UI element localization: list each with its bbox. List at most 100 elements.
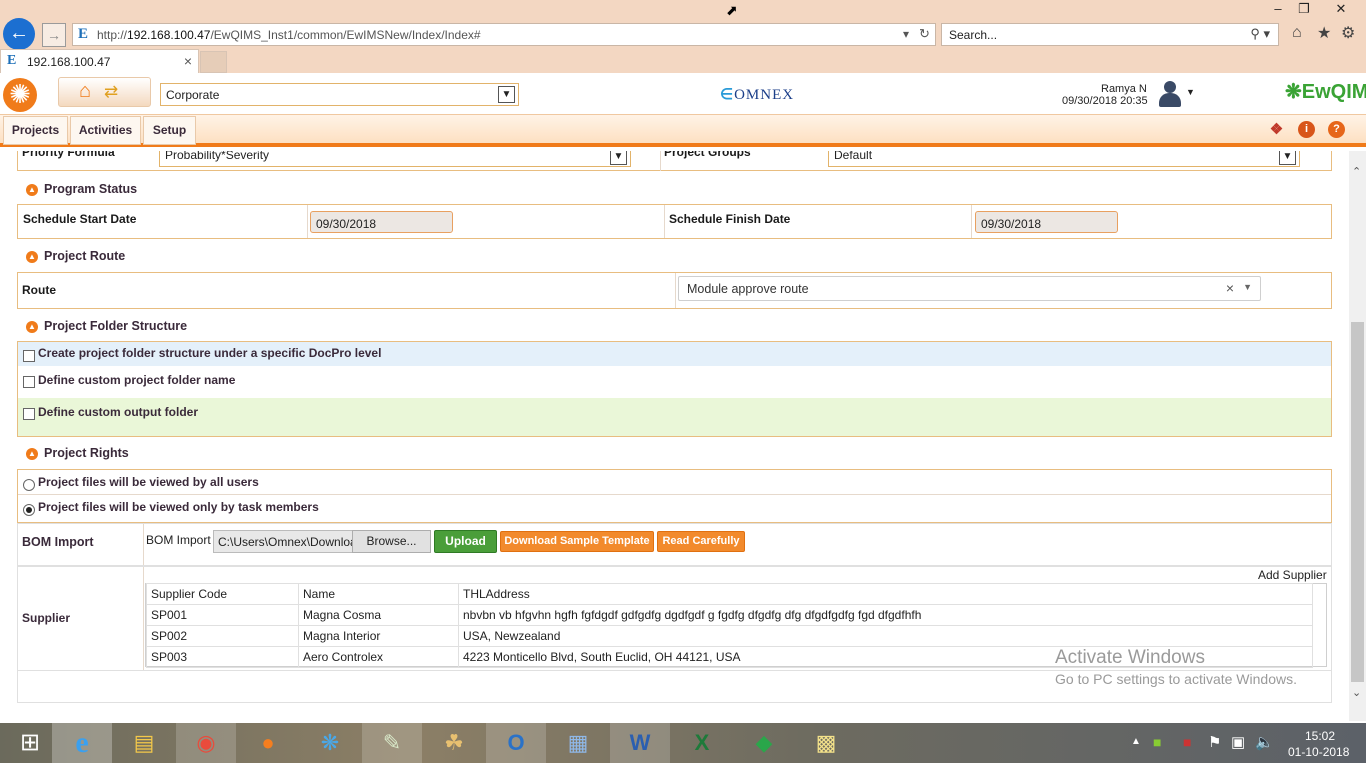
- address-bar[interactable]: E http://192.168.100.47/EwQIMS_Inst1/com…: [72, 23, 936, 46]
- docpro-level-label: Create project folder structure under a …: [38, 346, 382, 360]
- dropdown-arrow-icon[interactable]: ▾: [903, 27, 909, 41]
- address-row: ← → E http://192.168.100.47/EwQIMS_Inst1…: [0, 18, 1366, 50]
- main-menu-bar: Projects Activities Setup ❖ i ?: [0, 115, 1366, 147]
- home-icon[interactable]: ⌂: [79, 80, 91, 103]
- rights-task-members-label: Project files will be viewed only by tas…: [38, 500, 319, 514]
- table-row[interactable]: SP002 Magna Interior USA, Newzealand: [146, 625, 1313, 647]
- upload-button[interactable]: Upload: [434, 530, 497, 553]
- clock-time[interactable]: 15:02: [1305, 729, 1335, 743]
- user-menu-caret-icon[interactable]: ▼: [1186, 87, 1195, 97]
- schedule-finish-label: Schedule Finish Date: [669, 212, 791, 226]
- column-header[interactable]: Name: [298, 583, 459, 605]
- safari-icon[interactable]: ❋: [300, 723, 360, 763]
- action-center-flag-icon[interactable]: ⚑: [1208, 733, 1221, 751]
- scrollbar-thumb[interactable]: [1351, 322, 1364, 682]
- excel-icon[interactable]: X: [672, 723, 732, 763]
- collapse-icon[interactable]: ▲: [26, 251, 38, 263]
- custom-output-folder-checkbox[interactable]: [23, 408, 35, 420]
- help-icon[interactable]: ?: [1328, 121, 1345, 138]
- docpro-level-checkbox[interactable]: [23, 350, 35, 362]
- omnex-logo: ∈OMNEX: [720, 87, 795, 103]
- show-hidden-icons[interactable]: ▲: [1131, 736, 1141, 747]
- schedule-start-date[interactable]: 09/30/2018: [310, 211, 453, 233]
- pin-icon[interactable]: ❖: [1268, 121, 1285, 138]
- supplier-code-cell: SP003: [146, 646, 299, 668]
- scroll-down-icon[interactable]: ⌄: [1352, 686, 1361, 699]
- divider: [143, 567, 144, 670]
- supplier-address-cell: nbvbn vb hfgvhn hgfh fgfdgdf gdfgdfg dgd…: [458, 604, 1313, 626]
- new-tab-button[interactable]: [200, 51, 227, 73]
- custom-folder-name-checkbox[interactable]: [23, 376, 35, 388]
- network-icon[interactable]: ▣: [1231, 733, 1245, 751]
- refresh-icon[interactable]: ↻: [919, 26, 930, 42]
- sun-logo-icon[interactable]: ✺: [3, 78, 37, 112]
- custom-folder-name-label: Define custom project folder name: [38, 373, 236, 387]
- collapse-icon[interactable]: ▲: [26, 448, 38, 460]
- start-windows-icon[interactable]: ⊞: [0, 723, 60, 763]
- search-icon[interactable]: ⚲ ▾: [1250, 26, 1270, 42]
- search-input[interactable]: Search... ⚲ ▾: [941, 23, 1279, 46]
- browser-tab[interactable]: E 192.168.100.47 ×: [0, 49, 199, 73]
- volume-icon[interactable]: 🔈: [1255, 733, 1274, 751]
- file-explorer-icon[interactable]: ▤: [114, 723, 174, 763]
- bom-file-input[interactable]: C:\Users\Omnex\Downloa: [213, 530, 353, 553]
- rights-task-members-radio[interactable]: [23, 504, 35, 516]
- scroll-up-icon[interactable]: ⌃: [1352, 165, 1361, 178]
- priority-formula-select[interactable]: Probability*Severity ▼: [159, 151, 631, 167]
- back-button[interactable]: ←: [3, 18, 35, 50]
- schedule-start-label: Schedule Start Date: [23, 212, 137, 226]
- menu-setup[interactable]: Setup: [143, 116, 196, 145]
- clock-date[interactable]: 01-10-2018: [1288, 745, 1349, 759]
- paint-icon[interactable]: ☘: [424, 723, 484, 763]
- column-header[interactable]: Supplier Code: [146, 583, 299, 605]
- close-tab-icon[interactable]: ×: [184, 53, 192, 69]
- favorites-star-icon[interactable]: ★: [1317, 23, 1331, 43]
- info-icon[interactable]: i: [1298, 121, 1315, 138]
- green-app-icon[interactable]: ◆: [734, 723, 794, 763]
- chevron-down-icon[interactable]: ▼: [1243, 282, 1252, 292]
- project-groups-select[interactable]: Default ▼: [828, 151, 1300, 167]
- table-row[interactable]: SP001 Magna Cosma nbvbn vb hfgvhn hgfh f…: [146, 604, 1313, 626]
- settings-gear-icon[interactable]: ⚙: [1341, 23, 1355, 43]
- route-select[interactable]: Module approve route × ▼: [678, 276, 1261, 301]
- outlook-icon[interactable]: O: [486, 723, 546, 763]
- schedule-finish-date[interactable]: 09/30/2018: [975, 211, 1118, 233]
- avatar[interactable]: [1157, 79, 1183, 109]
- menu-projects[interactable]: Projects: [3, 116, 68, 145]
- sticky-notes-icon[interactable]: ▩: [796, 723, 856, 763]
- maximize-button[interactable]: ❐: [1289, 0, 1319, 20]
- forward-button[interactable]: →: [42, 23, 66, 47]
- divider: [660, 151, 661, 171]
- tray-app-icon[interactable]: ■: [1183, 734, 1191, 750]
- clear-icon[interactable]: ×: [1226, 280, 1234, 296]
- folder-structure-header[interactable]: ▲ Project Folder Structure: [26, 319, 187, 333]
- refresh-icon[interactable]: ⇄: [104, 82, 118, 102]
- download-template-button[interactable]: Download Sample Template: [500, 531, 654, 552]
- collapse-icon[interactable]: ▲: [26, 321, 38, 333]
- mouse-cursor-icon: ⬈: [726, 2, 738, 18]
- home-icon[interactable]: ⌂: [1292, 24, 1302, 42]
- chevron-down-icon[interactable]: ▼: [1279, 151, 1296, 165]
- chevron-down-icon[interactable]: ▼: [610, 151, 627, 165]
- read-carefully-button[interactable]: Read Carefully: [657, 531, 745, 552]
- column-header[interactable]: THLAddress: [458, 583, 1313, 605]
- chrome-icon[interactable]: ◉: [176, 723, 236, 763]
- tray-app-icon[interactable]: ■: [1153, 734, 1161, 750]
- organization-select[interactable]: Corporate ▼: [160, 83, 519, 106]
- menu-activities[interactable]: Activities: [70, 116, 141, 145]
- word-icon[interactable]: W: [610, 723, 670, 763]
- close-window-button[interactable]: ✕: [1326, 0, 1356, 20]
- internet-explorer-icon[interactable]: e: [52, 723, 112, 763]
- calculator-icon[interactable]: ▦: [548, 723, 608, 763]
- collapse-icon[interactable]: ▲: [26, 184, 38, 196]
- firefox-icon[interactable]: ●: [238, 723, 298, 763]
- notepad-icon[interactable]: ✎: [362, 723, 422, 763]
- browse-button[interactable]: Browse...: [352, 530, 431, 553]
- table-header-row: Supplier Code Name THLAddress: [146, 583, 1313, 605]
- program-status-header[interactable]: ▲ Program Status: [26, 182, 137, 196]
- rights-all-users-radio[interactable]: [23, 479, 35, 491]
- chevron-down-icon[interactable]: ▼: [498, 86, 515, 103]
- project-rights-header[interactable]: ▲ Project Rights: [26, 446, 129, 460]
- project-route-header[interactable]: ▲ Project Route: [26, 249, 125, 263]
- add-supplier-link[interactable]: Add Supplier: [1258, 568, 1327, 582]
